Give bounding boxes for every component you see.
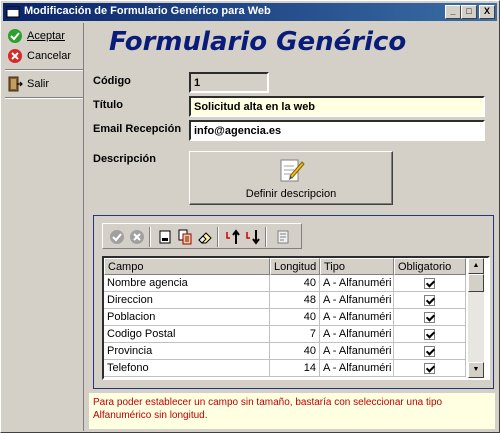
scroll-down-button[interactable]: ▼: [468, 362, 484, 378]
email-field[interactable]: info@agencia.es: [189, 120, 485, 141]
toolbar-divider: [149, 227, 151, 247]
cell-longitud: 40: [270, 275, 320, 292]
cell-longitud: 48: [270, 292, 320, 309]
cell-tipo: A - Alfanuméri: [320, 309, 394, 326]
confirm-icon: [110, 230, 124, 244]
table-row[interactable]: Nombre agencia 40 A - Alfanuméri: [104, 275, 466, 292]
cell-campo: Provincia: [104, 343, 270, 360]
scroll-thumb[interactable]: [468, 274, 484, 292]
table-row[interactable]: Direccion 48 A - Alfanuméri: [104, 292, 466, 309]
accept-button[interactable]: Aceptar: [7, 27, 65, 45]
cell-campo: Telefono: [104, 360, 270, 377]
table-scrollbar[interactable]: ▲ ▼: [468, 258, 484, 378]
cell-campo: Nombre agencia: [104, 275, 270, 292]
discard-icon: [130, 230, 144, 244]
minimize-button[interactable]: _: [445, 5, 461, 19]
table-row[interactable]: Poblacion 40 A - Alfanuméri: [104, 309, 466, 326]
move-up-icon: [226, 229, 240, 244]
scroll-up-button[interactable]: ▲: [468, 258, 484, 274]
hint-text: Para poder establecer un campo sin tamañ…: [89, 393, 495, 429]
cancel-button[interactable]: Cancelar: [7, 47, 71, 65]
fields-panel: Campo Longitud Tipo Obligatorio Nombre a…: [93, 215, 494, 389]
obligatorio-checkbox[interactable]: [424, 277, 435, 289]
cell-tipo: A - Alfanuméri: [320, 292, 394, 309]
titulo-field[interactable]: Solicitud alta en la web: [189, 96, 485, 117]
exit-label: Salir: [27, 78, 50, 90]
cancel-icon: [8, 49, 22, 63]
cell-obligatorio: [394, 309, 466, 326]
cell-obligatorio: [394, 326, 466, 343]
sidebar: Aceptar Cancelar Salir: [3, 23, 84, 431]
accept-label: Aceptar: [27, 30, 65, 42]
cell-obligatorio: [394, 343, 466, 360]
copy-icon: [178, 229, 192, 245]
table-header: Campo Longitud Tipo Obligatorio: [104, 258, 466, 275]
obligatorio-checkbox[interactable]: [424, 345, 435, 357]
table-row[interactable]: Telefono 14 A - Alfanuméri: [104, 360, 466, 377]
title-bar[interactable]: Modificación de Formulario Genérico para…: [3, 3, 497, 21]
cell-obligatorio: [394, 275, 466, 292]
obligatorio-checkbox[interactable]: [424, 294, 435, 306]
cell-campo: Codigo Postal: [104, 326, 270, 343]
define-description-label: Definir descripcion: [245, 188, 337, 200]
cancel-label: Cancelar: [27, 50, 72, 62]
cell-obligatorio: [394, 360, 466, 377]
cell-longitud: 7: [270, 326, 320, 343]
codigo-label: Código: [93, 75, 131, 87]
toolbar-divider: [265, 227, 267, 247]
cell-longitud: 40: [270, 309, 320, 326]
exit-icon: [8, 76, 23, 92]
properties-tool[interactable]: [273, 227, 293, 247]
column-header-tipo[interactable]: Tipo: [320, 258, 394, 275]
cell-tipo: A - Alfanuméri: [320, 343, 394, 360]
obligatorio-checkbox[interactable]: [424, 311, 435, 323]
define-description-button[interactable]: Definir descripcion: [189, 151, 393, 205]
codigo-field: 1: [189, 72, 269, 93]
properties-icon: [277, 230, 289, 244]
window-title: Modificación de Formulario Genérico para…: [24, 5, 271, 17]
eraser-tool[interactable]: [195, 227, 215, 247]
obligatorio-checkbox[interactable]: [424, 362, 435, 374]
main-panel: Formulario Genérico Código 1 Título Soli…: [87, 23, 497, 431]
obligatorio-checkbox[interactable]: [424, 328, 435, 340]
edit-icon: [280, 159, 305, 182]
column-header-campo[interactable]: Campo: [104, 258, 270, 275]
cell-campo: Direccion: [104, 292, 270, 309]
cell-longitud: 14: [270, 360, 320, 377]
cell-tipo: A - Alfanuméri: [320, 326, 394, 343]
confirm-tool[interactable]: [107, 227, 127, 247]
cell-campo: Poblacion: [104, 309, 270, 326]
cell-longitud: 40: [270, 343, 320, 360]
cell-tipo: A - Alfanuméri: [320, 360, 394, 377]
exit-button[interactable]: Salir: [7, 75, 49, 93]
grid-toolbar: [102, 223, 302, 249]
eraser-icon: [198, 232, 212, 244]
fields-table[interactable]: Campo Longitud Tipo Obligatorio Nombre a…: [102, 256, 490, 380]
toolbar-divider: [217, 227, 219, 247]
check-icon: [8, 29, 22, 43]
close-button[interactable]: X: [479, 5, 495, 19]
column-header-obligatorio[interactable]: Obligatorio: [394, 258, 466, 275]
move-down-tool[interactable]: [243, 227, 263, 247]
table-row[interactable]: Codigo Postal 7 A - Alfanuméri: [104, 326, 466, 343]
new-icon: [159, 230, 171, 244]
new-tool[interactable]: [155, 227, 175, 247]
discard-tool[interactable]: [127, 227, 147, 247]
app-window: Modificación de Formulario Genérico para…: [0, 0, 500, 433]
page-title: Formulario Genérico: [109, 27, 407, 57]
table-row[interactable]: Provincia 40 A - Alfanuméri: [104, 343, 466, 360]
column-header-longitud[interactable]: Longitud: [270, 258, 320, 275]
email-label: Email Recepción: [93, 123, 182, 135]
titulo-label: Título: [93, 99, 123, 111]
app-icon: [6, 6, 20, 18]
copy-tool[interactable]: [175, 227, 195, 247]
sidebar-divider: [5, 97, 83, 99]
maximize-button[interactable]: □: [461, 5, 477, 19]
cell-tipo: A - Alfanuméri: [320, 275, 394, 292]
descripcion-label: Descripción: [93, 153, 156, 165]
cell-obligatorio: [394, 292, 466, 309]
sidebar-divider: [5, 69, 83, 71]
move-up-tool[interactable]: [223, 227, 243, 247]
move-down-icon: [246, 230, 260, 245]
